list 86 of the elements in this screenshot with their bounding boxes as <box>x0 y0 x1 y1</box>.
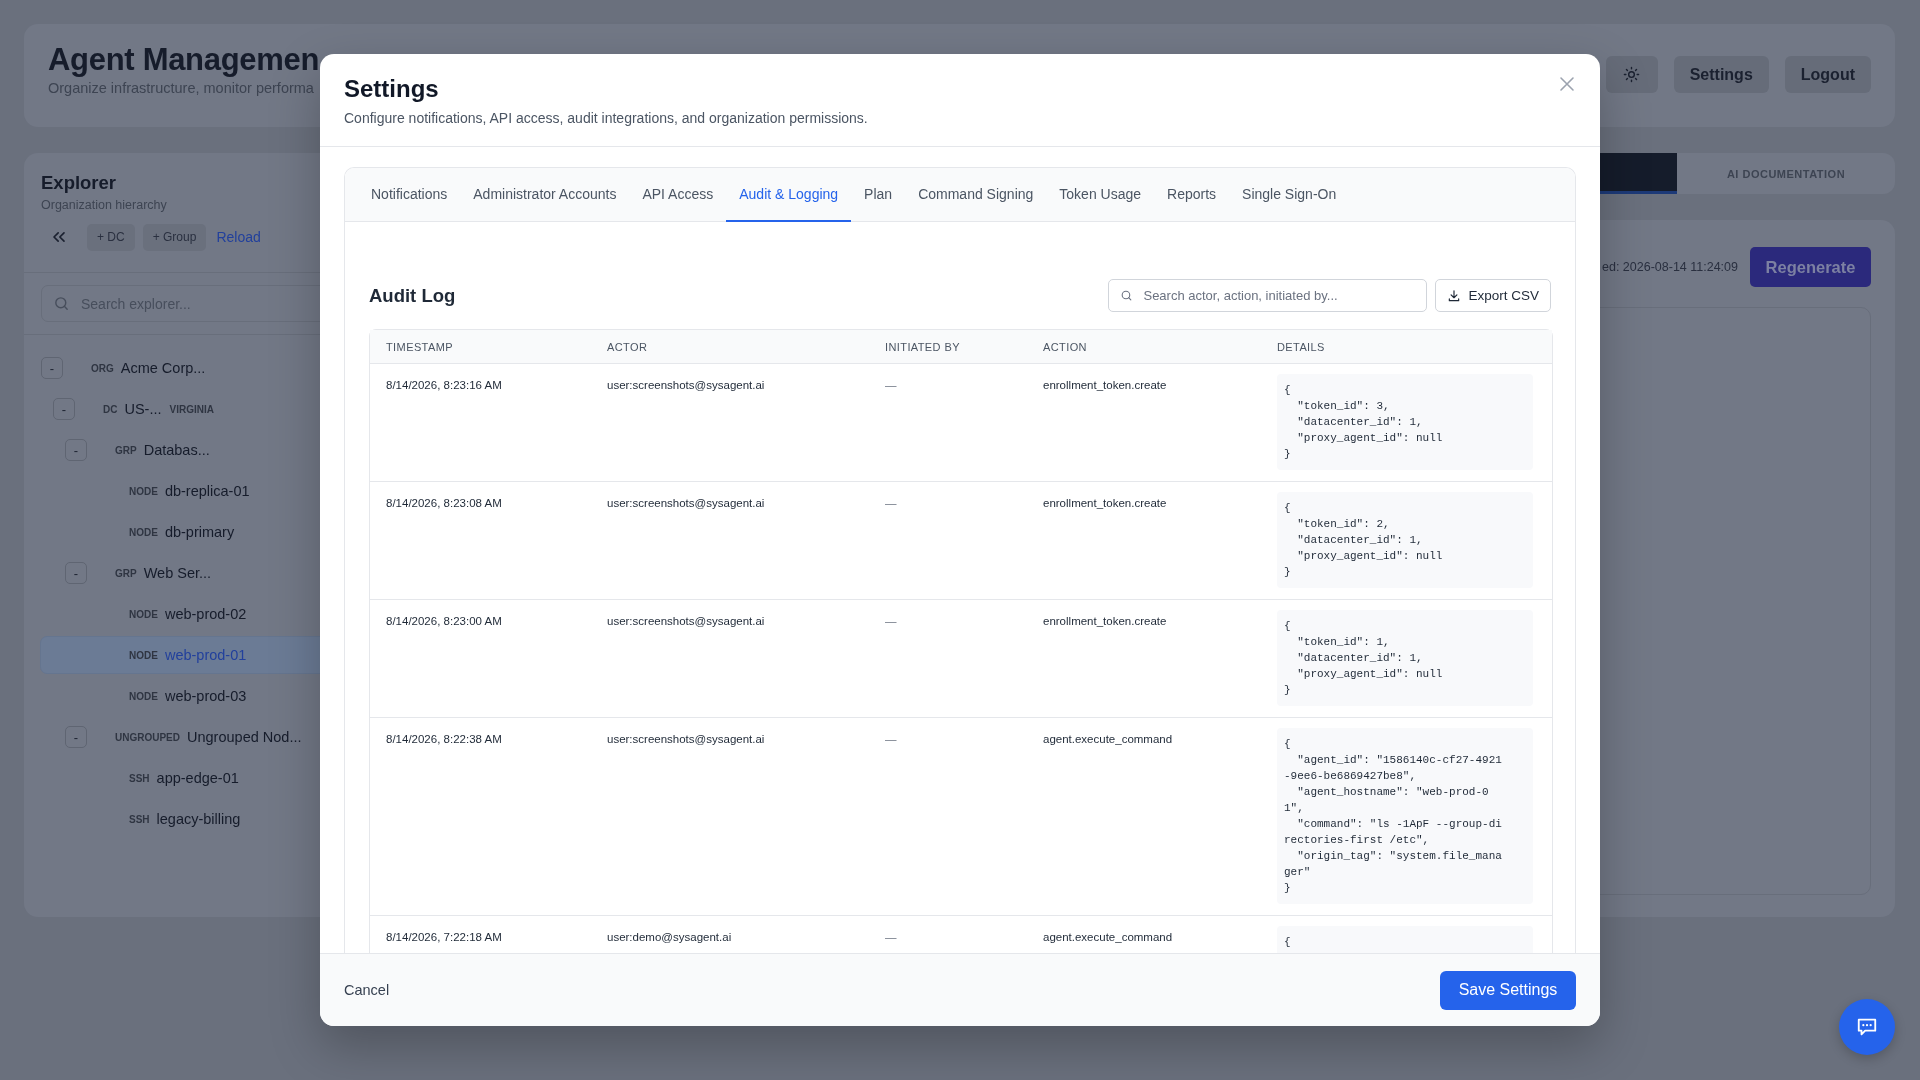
node-type-label: NODE <box>129 649 158 661</box>
chat-icon <box>1856 1016 1878 1038</box>
search-icon <box>53 295 70 312</box>
location-tag: VIRGINIA <box>169 403 214 415</box>
initiated-by-cell: — <box>869 718 1027 916</box>
node-name: web-prod-01 <box>164 647 247 663</box>
node-type-label: SSH <box>129 813 150 825</box>
node-type-label: DC <box>103 403 118 415</box>
node-type-label: NODE <box>129 485 158 497</box>
column-header: TIMESTAMP <box>370 330 591 364</box>
initiated-by-cell: — <box>869 364 1027 482</box>
collapse-toggle[interactable]: - <box>65 726 87 748</box>
actor-cell: user:screenshots@sysagent.ai <box>591 364 869 482</box>
details-json: { "token_id": 1, "datacenter_id": 1, "proxy_agent_id": null } <box>1277 610 1533 706</box>
node-type-label: GRP <box>115 567 137 579</box>
settings-tab[interactable]: Audit & Logging <box>726 168 852 222</box>
theme-toggle-button[interactable] <box>1605 56 1658 93</box>
node-name: db-primary <box>164 524 235 540</box>
node-name: web-prod-03 <box>164 688 247 704</box>
timestamp-cell: 8/14/2026, 8:23:16 AM <box>370 364 591 482</box>
column-header: ACTION <box>1027 330 1261 364</box>
node-type-label: SSH <box>129 772 150 784</box>
collapse-toggle[interactable]: - <box>53 398 75 420</box>
collapse-toggle[interactable]: - <box>65 439 87 461</box>
regenerate-button[interactable]: Regenerate <box>1750 247 1871 287</box>
node-name: legacy-billing <box>156 811 241 827</box>
node-type-label: UNGROUPED <box>115 731 180 743</box>
add-datacenter-button[interactable]: + DC <box>87 223 135 251</box>
app-title: Agent Managemen <box>48 42 320 78</box>
timestamp-cell: 8/14/2026, 8:22:38 AM <box>370 718 591 916</box>
settings-tab[interactable]: Token Usage <box>1046 168 1155 222</box>
settings-tab[interactable]: Administrator Accounts <box>460 168 630 222</box>
node-name: Databas... <box>143 442 210 458</box>
action-cell: agent.execute_command <box>1027 718 1261 916</box>
settings-tab[interactable]: Plan <box>851 168 906 222</box>
collapse-toggle[interactable]: - <box>65 562 87 584</box>
settings-tab[interactable]: Notifications <box>358 168 461 222</box>
node-type-label: GRP <box>115 444 137 456</box>
action-cell: enrollment_token.create <box>1027 364 1261 482</box>
node-type-label: ORG <box>91 362 114 374</box>
column-header: ACTOR <box>591 330 869 364</box>
details-json: { <box>1277 926 1533 953</box>
node-type-label: NODE <box>129 690 158 702</box>
node-type-label: NODE <box>129 608 158 620</box>
timestamp-cell: 8/14/2026, 8:23:08 AM <box>370 482 591 600</box>
details-json: { "token_id": 2, "datacenter_id": 1, "proxy_agent_id": null } <box>1277 492 1533 588</box>
dialog-subtitle: Configure notifications, API access, audit integrations, and organization permissions. <box>344 110 869 126</box>
node-name: Web Ser... <box>143 565 212 581</box>
settings-tab[interactable]: Reports <box>1154 168 1230 222</box>
settings-button[interactable]: Settings <box>1673 56 1769 93</box>
export-csv-button[interactable]: Export CSV <box>1435 279 1551 312</box>
logout-button[interactable]: Logout <box>1784 56 1871 93</box>
sun-icon <box>1623 66 1641 83</box>
dialog-title: Settings <box>344 75 439 103</box>
download-icon <box>1447 288 1462 303</box>
details-json: { "token_id": 3, "datacenter_id": 1, "proxy_agent_id": null } <box>1277 374 1533 470</box>
search-icon <box>1120 289 1134 302</box>
cancel-button[interactable]: Cancel <box>344 982 390 998</box>
node-name: US-... <box>124 401 162 417</box>
timestamp-cell: 8/14/2026, 8:23:00 AM <box>370 600 591 718</box>
settings-tab[interactable]: API Access <box>629 168 727 222</box>
chat-button[interactable] <box>1839 999 1895 1055</box>
reload-link[interactable]: Reload <box>214 223 263 251</box>
settings-tab[interactable]: Single Sign-On <box>1229 168 1350 222</box>
node-type-label: NODE <box>129 526 158 538</box>
generated-timestamp: ed: 2026-08-14 11:24:09 <box>1602 260 1738 274</box>
actor-cell: user:screenshots@sysagent.ai <box>591 482 869 600</box>
action-cell: enrollment_token.create <box>1027 482 1261 600</box>
settings-tab[interactable]: Command Signing <box>905 168 1047 222</box>
column-header: DETAILS <box>1261 330 1552 364</box>
close-icon <box>1558 75 1576 93</box>
actor-cell: user:screenshots@sysagent.ai <box>591 718 869 916</box>
initiated-by-cell: — <box>869 482 1027 600</box>
node-name: Ungrouped Nod... <box>187 729 302 745</box>
initiated-by-cell: — <box>869 600 1027 718</box>
collapse-toggle[interactable]: - <box>41 357 63 379</box>
node-name: web-prod-02 <box>164 606 247 622</box>
node-name: Acme Corp... <box>120 360 206 376</box>
save-settings-button[interactable]: Save Settings <box>1440 970 1576 1010</box>
node-name: db-replica-01 <box>164 483 250 499</box>
actor-cell: user:screenshots@sysagent.ai <box>591 600 869 718</box>
column-header: INITIATED BY <box>869 330 1027 364</box>
action-cell: enrollment_token.create <box>1027 600 1261 718</box>
details-json: { "agent_id": "1586140c-cf27-4921 -9ee6-be6869427be8", "agent_hostname": "web-prod-0 1", "command": "ls -1ApF --group-di rectories-first /etc", "origin_tag": "system.file_mana ger" } <box>1277 728 1533 904</box>
add-group-button[interactable]: + Group <box>142 223 207 251</box>
node-name: app-edge-01 <box>156 770 239 786</box>
